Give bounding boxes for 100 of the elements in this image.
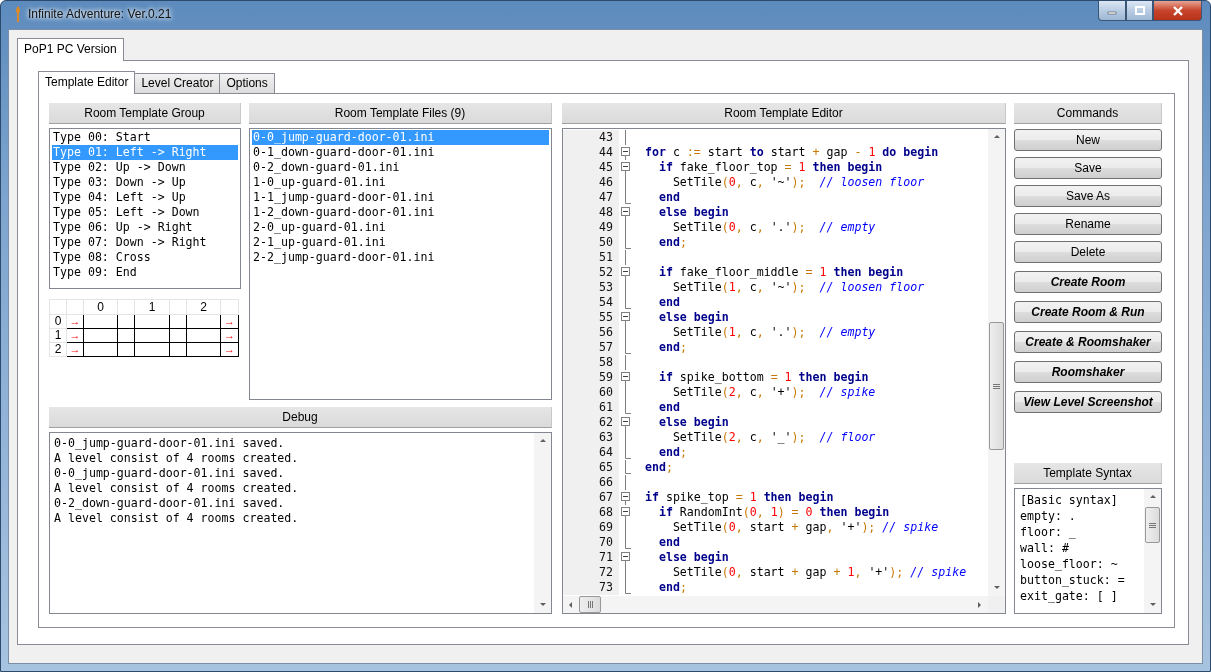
code-line: SetTile(2, c, '+'); // spike xyxy=(671,385,876,400)
collapse-icon[interactable] xyxy=(620,205,630,220)
list-item[interactable]: Type 06: Up -> Right xyxy=(52,220,238,235)
grid-cell: → xyxy=(66,342,84,357)
code-line: SetTile(0, c, '.'); // empty xyxy=(671,220,876,235)
tab[interactable]: Options xyxy=(219,73,275,93)
scrollbar-thumb[interactable] xyxy=(989,322,1004,450)
grid-cell xyxy=(134,342,170,357)
collapse-icon[interactable] xyxy=(620,415,630,430)
code-line: SetTile(0, start + gap, '+'); // spike xyxy=(671,520,939,535)
code-line: end xyxy=(657,400,680,415)
close-button[interactable] xyxy=(1153,1,1202,21)
collapse-icon[interactable] xyxy=(620,265,630,280)
code-line: end xyxy=(657,190,680,205)
vertical-scrollbar[interactable] xyxy=(534,433,551,613)
list-item[interactable]: 0-2_down-guard-01.ini xyxy=(252,160,549,175)
line-number: 54 xyxy=(563,295,616,310)
code-line: end; xyxy=(657,340,687,355)
fold-line xyxy=(624,355,626,370)
list-item[interactable]: 1-0_up-guard-01.ini xyxy=(252,175,549,190)
list-item[interactable]: Type 08: Cross xyxy=(52,250,238,265)
list-item[interactable]: Type 00: Start xyxy=(52,130,238,145)
scroll-left-icon[interactable] xyxy=(567,600,575,609)
scroll-up-icon[interactable] xyxy=(1148,493,1157,501)
list-item[interactable]: 0-1_down-guard-door-01.ini xyxy=(252,145,549,160)
scroll-down-icon[interactable] xyxy=(992,584,1001,592)
list-item[interactable]: Type 03: Down -> Up xyxy=(52,175,238,190)
row-header: 2 xyxy=(49,342,67,357)
grid-cell xyxy=(186,342,221,357)
command-button[interactable]: New xyxy=(1014,129,1162,151)
collapse-icon[interactable] xyxy=(620,310,630,325)
vertical-scrollbar[interactable] xyxy=(988,129,1005,596)
code-line: else begin xyxy=(657,415,729,430)
command-button[interactable]: Create & Roomshaker xyxy=(1014,331,1162,353)
scroll-right-icon[interactable] xyxy=(976,600,984,609)
line-number: 45 xyxy=(563,160,616,175)
scrollbar-thumb[interactable] xyxy=(579,596,601,613)
list-item[interactable]: 2-2_jump-guard-door-01.ini xyxy=(252,250,549,265)
collapse-icon[interactable] xyxy=(620,550,630,565)
line-number: 72 xyxy=(563,565,616,580)
collapse-icon[interactable] xyxy=(620,160,630,175)
collapse-icon[interactable] xyxy=(620,505,630,520)
scrollbar-thumb[interactable] xyxy=(1145,507,1160,543)
collapse-icon[interactable] xyxy=(620,490,630,505)
list-item[interactable]: Type 05: Left -> Down xyxy=(52,205,238,220)
fold-line xyxy=(624,220,626,235)
tab[interactable]: Template Editor xyxy=(38,71,136,94)
maximize-button[interactable] xyxy=(1126,1,1153,21)
command-button[interactable]: Save As xyxy=(1014,185,1162,207)
line-number: 65 xyxy=(563,460,616,475)
list-item[interactable]: 1-1_jump-guard-door-01.ini xyxy=(252,190,549,205)
tab[interactable]: Level Creator xyxy=(134,73,221,93)
list-item[interactable]: Type 04: Left -> Up xyxy=(52,190,238,205)
torch-icon xyxy=(14,6,22,22)
log-line: 0-0_jump-guard-door-01.ini saved. xyxy=(54,466,286,481)
list-item[interactable]: 2-1_up-guard-01.ini xyxy=(252,235,549,250)
line-number: 52 xyxy=(563,265,616,280)
list-item[interactable]: Type 09: End xyxy=(52,265,238,280)
row-header: 0 xyxy=(49,314,67,329)
command-button[interactable]: Create Room xyxy=(1014,271,1162,293)
fold-line xyxy=(624,325,626,340)
line-number: 49 xyxy=(563,220,616,235)
line-number: 62 xyxy=(563,415,616,430)
command-button[interactable]: Create Room & Run xyxy=(1014,301,1162,323)
code-line: SetTile(1, c, '.'); // empty xyxy=(671,325,876,340)
line-number: 51 xyxy=(563,250,616,265)
list-item[interactable]: Type 02: Up -> Down xyxy=(52,160,238,175)
code-line: SetTile(0, c, '~'); // loosen floor xyxy=(671,175,925,190)
horizontal-scrollbar[interactable] xyxy=(563,596,988,613)
syntax-line: empty: . xyxy=(1020,508,1077,524)
list-item[interactable]: Type 07: Down -> Right xyxy=(52,235,238,250)
fold-end-line xyxy=(624,340,631,355)
collapse-icon[interactable] xyxy=(620,370,630,385)
command-button[interactable]: Rename xyxy=(1014,213,1162,235)
grid-cell: → xyxy=(66,328,84,343)
fold-end-line xyxy=(624,295,631,310)
tab[interactable]: PoP1 PC Version xyxy=(17,38,124,61)
fold-end-line xyxy=(624,190,631,205)
line-number: 66 xyxy=(563,475,616,490)
collapse-icon[interactable] xyxy=(620,145,630,160)
scroll-down-icon[interactable] xyxy=(1148,601,1157,609)
command-button[interactable]: Roomshaker xyxy=(1014,361,1162,383)
command-button[interactable]: Save xyxy=(1014,157,1162,179)
minimize-button[interactable] xyxy=(1098,1,1126,21)
scroll-up-icon[interactable] xyxy=(538,437,547,445)
scroll-up-icon[interactable] xyxy=(992,133,1001,141)
grid-cell xyxy=(117,342,135,357)
code-line: end; xyxy=(643,460,673,475)
command-button[interactable]: Delete xyxy=(1014,241,1162,263)
list-item[interactable]: 2-0_up-guard-01.ini xyxy=(252,220,549,235)
vertical-scrollbar[interactable] xyxy=(1144,489,1161,613)
close-icon xyxy=(1171,5,1184,16)
grid-cell: → xyxy=(66,314,84,329)
command-button[interactable]: View Level Screenshot xyxy=(1014,391,1162,413)
line-number: 61 xyxy=(563,400,616,415)
syntax-line: loose_floor: ~ xyxy=(1020,556,1119,572)
list-item[interactable]: 1-2_down-guard-door-01.ini xyxy=(252,205,549,220)
scroll-down-icon[interactable] xyxy=(538,601,547,609)
line-number: 56 xyxy=(563,325,616,340)
code-editor[interactable] xyxy=(562,128,1006,614)
